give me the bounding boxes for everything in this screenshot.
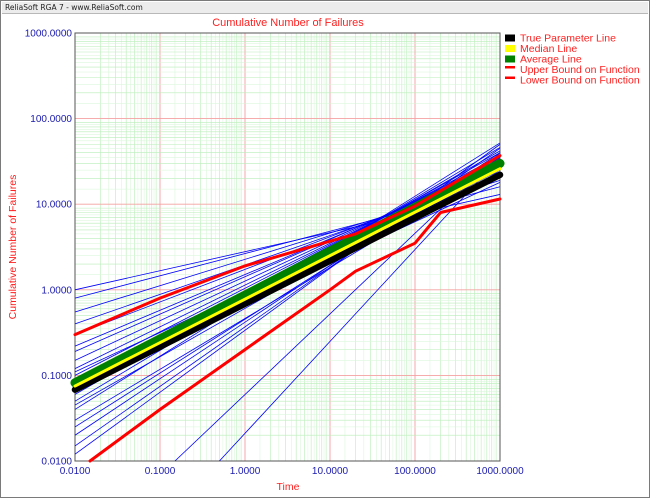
legend-swatch: [505, 76, 515, 79]
grid: [75, 33, 500, 461]
x-tick-label: 1.0000: [230, 466, 261, 477]
x-tick-label: 0.0100: [60, 466, 91, 477]
y-tick-label: 100.0000: [30, 114, 72, 125]
legend-swatch: [505, 55, 515, 63]
legend: True Parameter LineMedian LineAverage Li…: [505, 33, 640, 87]
chart: 0.0100 0.1000 1.0000 10.0000 100.0000 1000.00…: [7, 17, 640, 493]
legend-label: Lower Bound on Function: [520, 75, 640, 87]
legend-swatch: [505, 66, 515, 69]
plot-area: [75, 33, 500, 461]
y-tick-label: 1.0000: [41, 285, 72, 296]
chart-title: Cumulative Number of Failures: [212, 17, 364, 29]
y-tick-label: 0.1000: [41, 371, 72, 382]
y-tick-label: 0.0100: [41, 457, 72, 468]
legend-swatch: [505, 45, 515, 52]
x-tick-label: 1000.0000: [476, 466, 524, 477]
legend-swatch: [505, 34, 515, 42]
y-tick-label: 1000.0000: [25, 29, 73, 40]
x-tick-label: 0.1000: [145, 466, 176, 477]
y-axis-label: Cumulative Number of Failures: [7, 175, 19, 320]
x-axis-label: Time: [277, 481, 300, 493]
y-tick-label: 10.0000: [36, 200, 73, 211]
x-tick-label: 100.0000: [394, 466, 436, 477]
x-tick-label: 10.0000: [312, 466, 349, 477]
